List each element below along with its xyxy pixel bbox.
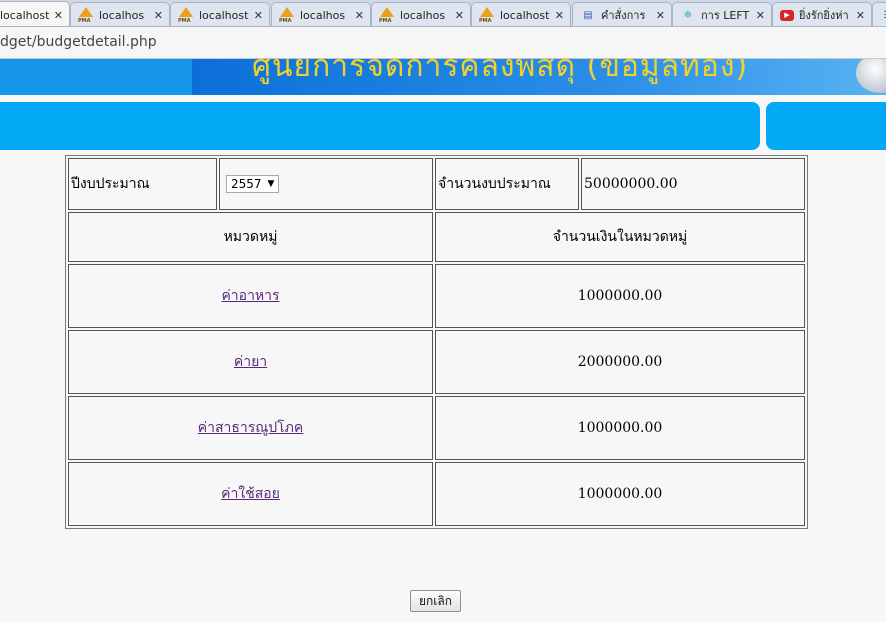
budget-label: จำนวนงบประมาณ [435, 158, 579, 210]
category-cell: ค่าอาหาร [68, 264, 433, 328]
phpmyadmin-icon [178, 7, 194, 24]
tab-left-join[interactable]: ❄ การ LEFT ✕ [672, 2, 772, 26]
address-bar[interactable]: dget/budgetdetail.php [0, 27, 886, 59]
tab-command-page[interactable]: ▤ คำสั่งการ ✕ [572, 2, 672, 26]
tab-label: localhost [500, 8, 550, 22]
category-cell: ค่ายา [68, 330, 433, 394]
amount-cell: 2000000.00 [435, 330, 805, 394]
tab-localhost-active[interactable]: localhost ✕ [0, 1, 70, 26]
tab-label: localhos [99, 8, 145, 22]
close-icon[interactable]: ✕ [355, 9, 364, 22]
amount-cell: 1000000.00 [435, 396, 805, 460]
amount-column-header: จำนวนเงินในหมวดหมู่ [435, 212, 805, 262]
amount-cell: 1000000.00 [435, 462, 805, 526]
url-text[interactable]: dget/budgetdetail.php [0, 34, 157, 50]
page-icon: ▤ [583, 9, 593, 21]
page-banner: ศูนย์การจัดการคลังพัสดุ (ข้อมูลทอง) [0, 59, 886, 95]
youtube-icon: ▶ [780, 9, 794, 21]
close-icon[interactable]: ✕ [254, 9, 263, 22]
tab-phpmyadmin-2[interactable]: localhost ✕ [170, 2, 270, 26]
category-link-food[interactable]: ค่าอาหาร [221, 288, 279, 304]
table-row: ค่าอาหาร 1000000.00 [68, 264, 805, 328]
amount-cell: 1000000.00 [435, 264, 805, 328]
phpmyadmin-icon [279, 7, 295, 24]
dropdown-arrow-icon: ▼ [267, 179, 275, 189]
category-cell: ค่าใช้สอย [68, 462, 433, 526]
phpmyadmin-icon [379, 7, 395, 24]
tab-youtube[interactable]: ▶ ยิ่งรักยิ่งห่า ✕ [772, 2, 872, 26]
banner-title: ศูนย์การจัดการคลังพัสดุ (ข้อมูลทอง) [252, 59, 749, 84]
budget-summary-row: ปีงบประมาณ 2557 ▼ จำนวนงบประมาณ 50000000… [68, 158, 805, 210]
close-icon[interactable]: ✕ [455, 9, 464, 22]
tab-label: localhos [400, 8, 446, 22]
nav-bar [0, 102, 760, 150]
tab-overflow[interactable]: ☰ [872, 2, 886, 26]
category-column-header: หมวดหมู่ [68, 212, 433, 262]
tab-phpmyadmin-5[interactable]: localhost ✕ [471, 2, 571, 26]
cancel-button[interactable]: ยกเลิก [410, 590, 462, 612]
table-row: ค่ายา 2000000.00 [68, 330, 805, 394]
browser-tab-strip: localhost ✕ localhos ✕ localhost ✕ local… [0, 0, 886, 27]
close-icon[interactable]: ✕ [856, 9, 865, 22]
table-row: ค่าสาธารณูปโภค 1000000.00 [68, 396, 805, 460]
snowflake-icon: ❄ [683, 9, 693, 21]
close-icon[interactable]: ✕ [555, 9, 564, 22]
tab-label: การ LEFT [701, 9, 750, 22]
year-label: ปีงบประมาณ [68, 158, 217, 210]
tab-label: localhost [199, 8, 249, 22]
category-cell: ค่าสาธารณูปโภค [68, 396, 433, 460]
budget-value: 50000000.00 [581, 158, 805, 210]
tab-phpmyadmin-1[interactable]: localhos ✕ [70, 2, 170, 26]
year-cell: 2557 ▼ [219, 158, 433, 210]
category-link-expenses[interactable]: ค่าใช้สอย [221, 486, 280, 502]
close-icon[interactable]: ✕ [54, 9, 63, 22]
category-link-medicine[interactable]: ค่ายา [234, 354, 267, 370]
budget-detail-table: ปีงบประมาณ 2557 ▼ จำนวนงบประมาณ 50000000… [65, 155, 808, 529]
tab-label: ยิ่งรักยิ่งห่า [799, 9, 849, 22]
table-row: ค่าใช้สอย 1000000.00 [68, 462, 805, 526]
document-list-icon: ☰ [880, 7, 886, 23]
category-link-utilities[interactable]: ค่าสาธารณูปโภค [198, 420, 304, 436]
close-icon[interactable]: ✕ [656, 9, 665, 22]
tab-phpmyadmin-3[interactable]: localhos ✕ [271, 2, 371, 26]
tab-phpmyadmin-4[interactable]: localhos ✕ [371, 2, 471, 26]
year-select[interactable]: 2557 ▼ [226, 175, 280, 193]
nav-bar-right [766, 102, 886, 150]
table-header-row: หมวดหมู่ จำนวนเงินในหมวดหมู่ [68, 212, 805, 262]
year-select-value: 2557 [231, 177, 262, 191]
phpmyadmin-icon [78, 7, 94, 24]
tab-label: คำสั่งการ [601, 9, 646, 22]
close-icon[interactable]: ✕ [154, 9, 163, 22]
tab-label: localhost [0, 8, 50, 22]
close-icon[interactable]: ✕ [756, 9, 765, 22]
tab-label: localhos [300, 8, 346, 22]
phpmyadmin-icon [479, 7, 495, 24]
